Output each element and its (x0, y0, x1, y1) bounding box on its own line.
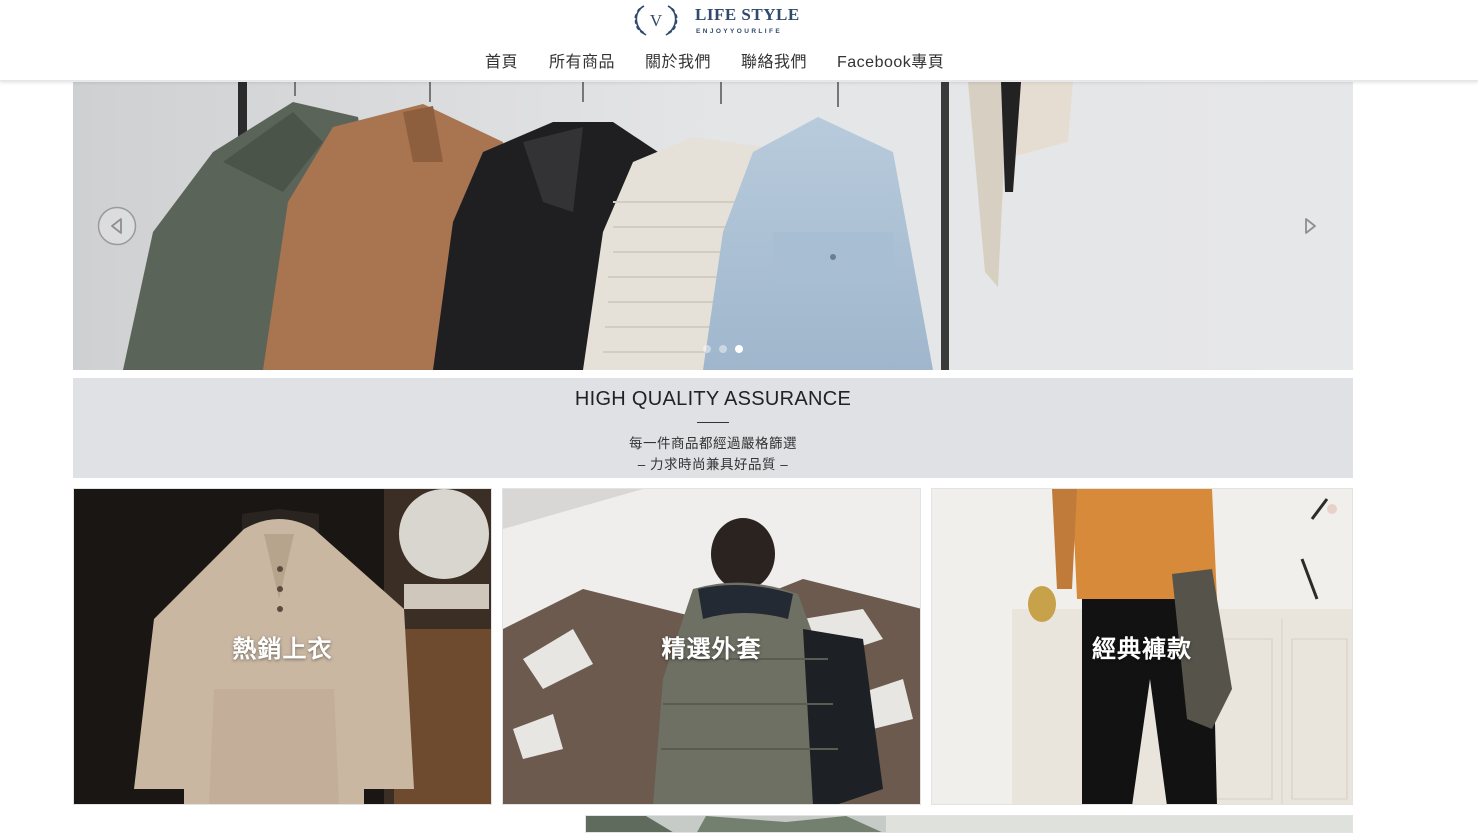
quality-subtitle-2: – 力求時尚兼具好品質 – (637, 457, 789, 472)
logo-name: LIFE STYLE (695, 5, 800, 24)
caret-left-icon (97, 206, 137, 246)
carousel-dot-active[interactable] (735, 345, 743, 353)
nav-contact[interactable]: 聯絡我們 (741, 48, 807, 72)
logo-letter: V (650, 11, 663, 30)
category-label-pants: 經典褲款 (1092, 636, 1192, 663)
category-tile-tops[interactable]: 熱銷上衣 (73, 488, 492, 805)
next-section-image (585, 815, 1353, 833)
page-margin (1353, 82, 1478, 833)
category-tile-jackets[interactable]: 精選外套 (502, 488, 921, 805)
site-header: V LIFE STYLE ENJOYYOURLIFE 首頁 所有商品 關於我們 … (0, 0, 1478, 81)
category-tile-pants[interactable]: 經典褲款 (931, 488, 1353, 805)
category-label-jackets: 精選外套 (661, 636, 762, 663)
title-divider (697, 422, 729, 423)
carousel-dot[interactable] (703, 345, 711, 353)
quality-assurance-banner: HIGH QUALITY ASSURANCE 每一件商品都經過嚴格篩選 – 力求… (73, 378, 1353, 478)
nav-about[interactable]: 關於我們 (645, 48, 711, 72)
caret-right-icon (1305, 218, 1316, 234)
site-logo[interactable]: V LIFE STYLE ENJOYYOURLIFE (630, 0, 800, 40)
nav-all-products[interactable]: 所有商品 (549, 48, 615, 72)
carousel-prev-button[interactable] (97, 206, 137, 246)
carousel-indicators (693, 345, 753, 355)
logo-tagline: ENJOYYOURLIFE (696, 28, 783, 35)
main-nav: 首頁 所有商品 關於我們 聯絡我們 Facebook專頁 (0, 48, 1478, 74)
laurel-logo-icon: V (634, 5, 678, 36)
nav-facebook[interactable]: Facebook專頁 (837, 48, 944, 72)
carousel-next-button[interactable] (1290, 206, 1330, 246)
next-section-photo (586, 816, 1352, 832)
quality-subtitle-1: 每一件商品都經過嚴格篩選 (629, 436, 797, 451)
category-label-tops: 熱銷上衣 (232, 636, 333, 663)
hero-slide-image (73, 82, 1353, 370)
quality-title: HIGH QUALITY ASSURANCE (574, 388, 852, 410)
nav-home[interactable]: 首頁 (485, 48, 518, 72)
carousel-dot[interactable] (719, 345, 727, 353)
hero-carousel (73, 82, 1353, 370)
